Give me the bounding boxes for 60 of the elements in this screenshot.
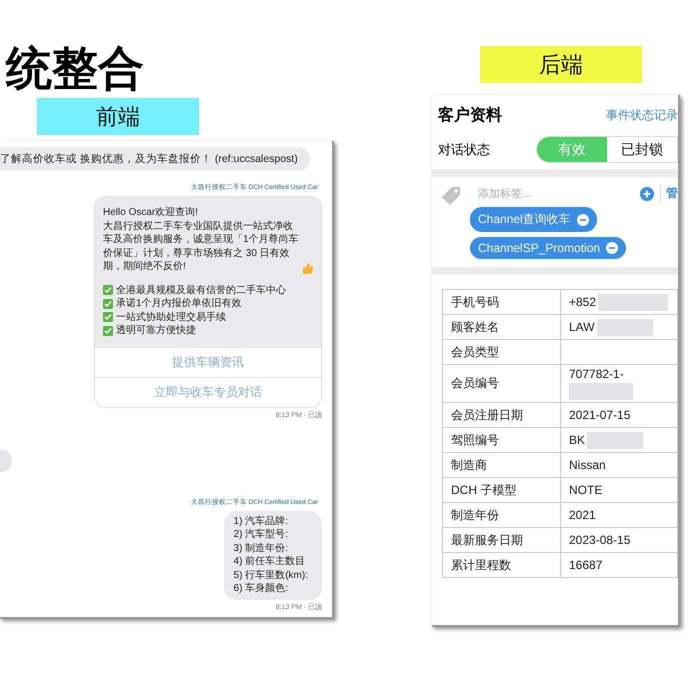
value-text: NOTE — [569, 483, 602, 497]
message-text: 一站式协助处理交易手续 — [116, 310, 226, 324]
message-text: 2) 汽车型号: — [234, 528, 289, 542]
message-text: 4) 前任车主数目 — [234, 555, 306, 568]
field-label: 会员编号 — [443, 365, 561, 402]
panel-title: 客户资料 — [438, 105, 502, 126]
message-text: 6) 车身颜色: — [234, 582, 289, 596]
status-label: 对话状态 — [438, 140, 490, 158]
value-text: BK — [569, 433, 586, 447]
thumbs-up-icon — [302, 262, 313, 274]
value-text: +852 — [569, 295, 596, 309]
value-text: Nissan — [569, 458, 606, 472]
checkbox-tick-icon — [103, 326, 113, 336]
checkbox-tick-icon — [103, 285, 113, 296]
field-label: 制造年份 — [443, 503, 561, 527]
value-text: 2021-07-15 — [569, 408, 630, 422]
checkbox-tick-icon — [103, 312, 113, 322]
history-link[interactable]: 事件状态记录 — [606, 107, 678, 124]
value-text: 707782-1- — [569, 367, 624, 381]
message-bubble: 了解高价收车或 换购优惠，及为车盘报价！ (ref:uccsalespost) — [0, 147, 310, 171]
message-text: 大昌行授权二手车专业国队提供一站式净收车及高价换购服务，诚意呈现「1个月尊尚车价保证」计划，尊享市场独有之 30 日有效期，期间绝不反价! — [103, 220, 300, 274]
field-label: 累计里程数 — [443, 553, 561, 577]
manage-link[interactable]: 管 — [660, 185, 678, 202]
redacted-block — [587, 432, 644, 448]
section-label: 前端 — [37, 98, 199, 135]
field-label: 最新服务日期 — [443, 528, 561, 552]
message-greeting: Hello Oscar欢迎查询! — [103, 206, 200, 220]
tag-input[interactable]: 添加标签... — [478, 186, 532, 201]
message-text: 承诺1个月内报价单依旧有效 — [116, 297, 242, 310]
message-text: 3) 制造年份: — [234, 542, 289, 555]
value-text: LAW — [569, 320, 595, 334]
field-label: 会员类型 — [443, 340, 561, 364]
message-text: 5) 行车里数(km): — [234, 568, 308, 582]
add-icon[interactable] — [640, 186, 654, 200]
message-text: 1) 汽车品牌: — [234, 514, 289, 528]
field-label: DCH 子模型 — [443, 478, 561, 502]
status-toggle[interactable]: 有效 — [537, 137, 607, 162]
field-label: 手机号码 — [443, 290, 561, 314]
field-label: 顾客姓名 — [443, 315, 561, 339]
value-text: 2021 — [569, 508, 596, 522]
field-label: 驾照编号 — [443, 428, 561, 452]
message-bubble — [0, 450, 12, 472]
remove-icon[interactable] — [576, 214, 589, 226]
remove-icon[interactable] — [606, 242, 618, 254]
slide-title: 统整合 — [6, 41, 144, 96]
section-label: 后端 — [480, 46, 642, 83]
tag-text: Channel查询收车 — [478, 211, 571, 228]
redacted-block — [598, 294, 668, 310]
quick-reply-button[interactable]: 立即与收车专员对话 — [95, 376, 321, 406]
field-label: 制造商 — [443, 453, 561, 477]
redacted-block — [596, 318, 653, 336]
message-text: 透明可靠方便快捷 — [116, 324, 196, 338]
message-text: 全港最具规模及最有信誉的二手车中心 — [116, 284, 286, 297]
field-label: 会员注册日期 — [443, 403, 561, 427]
value-text: 2023-08-15 — [569, 533, 630, 547]
tag-text: ChannelSP_Promotion — [478, 241, 600, 255]
tag-icon — [440, 185, 462, 207]
value-text: 16687 — [569, 558, 602, 572]
checkbox-tick-icon — [103, 298, 113, 309]
redacted-block — [569, 383, 633, 400]
